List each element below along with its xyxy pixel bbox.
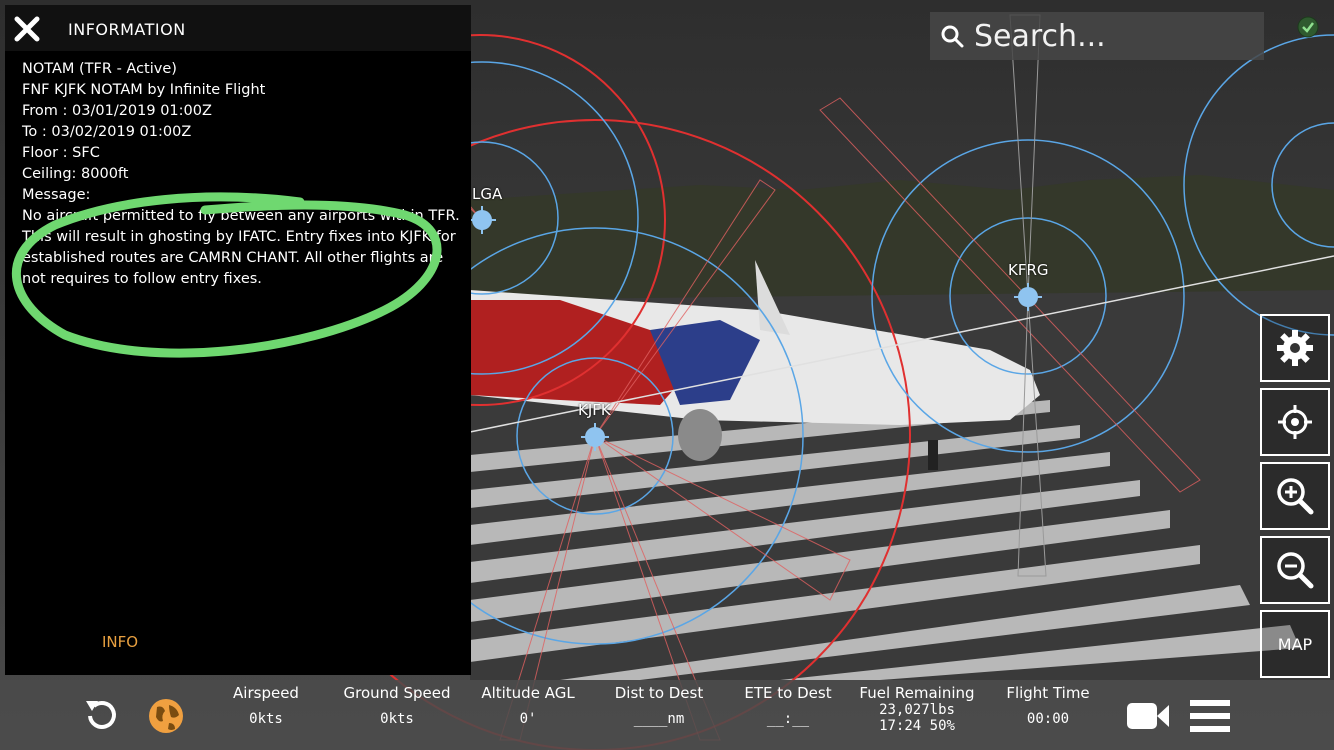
zoom-in-button[interactable] bbox=[1260, 462, 1330, 530]
stat-value: 0kts bbox=[380, 711, 414, 727]
stat-label: Dist to Dest bbox=[614, 684, 704, 702]
camera-icon[interactable] bbox=[1126, 700, 1170, 732]
checkmark-icon bbox=[1297, 16, 1319, 38]
search-box[interactable] bbox=[930, 12, 1264, 60]
close-icon[interactable] bbox=[13, 15, 41, 43]
stat-value: ____nm bbox=[633, 711, 685, 727]
notam-line: FNF KJFK NOTAM by Infinite Flight bbox=[22, 82, 266, 98]
zoom-in-icon bbox=[1277, 478, 1314, 515]
stat-value: 0kts bbox=[249, 711, 283, 727]
stat-airspeed: Airspeed 0kts bbox=[218, 684, 314, 727]
undo-icon[interactable] bbox=[82, 697, 120, 735]
notam-text: NOTAM (TFR - Active) FNF KJFK NOTAM by I… bbox=[22, 59, 467, 290]
stat-label: Airspeed bbox=[233, 684, 299, 702]
stat-value: 0' bbox=[519, 711, 537, 727]
stat-value-secondary: 17:24 50% bbox=[879, 718, 955, 734]
notam-line: From : 03/01/2019 01:00Z bbox=[22, 103, 212, 119]
information-title: INFORMATION bbox=[68, 20, 186, 39]
notam-line: Message: bbox=[22, 187, 91, 203]
stat-flight-time: Flight Time 00:00 bbox=[996, 684, 1100, 727]
search-icon bbox=[941, 25, 964, 48]
menu-icon[interactable] bbox=[1190, 698, 1230, 734]
stat-ete-to-dest: ETE to Dest __:__ bbox=[734, 684, 842, 727]
map-button[interactable]: MAP bbox=[1260, 610, 1330, 678]
information-header: INFORMATION bbox=[5, 5, 471, 51]
stat-value: 00:00 bbox=[1026, 711, 1070, 727]
stat-fuel-remaining: Fuel Remaining 23,027lbs 17:24 50% bbox=[858, 684, 976, 734]
airport-label-kjfk[interactable]: KJFK bbox=[578, 401, 611, 419]
stat-label: Altitude AGL bbox=[481, 684, 575, 702]
stat-ground-speed: Ground Speed 0kts bbox=[336, 684, 458, 727]
tab-info[interactable]: INFO bbox=[102, 633, 138, 651]
search-input[interactable] bbox=[974, 18, 1254, 54]
zoom-out-icon bbox=[1277, 552, 1314, 589]
information-panel: INFORMATION NOTAM (TFR - Active) FNF KJF… bbox=[5, 5, 471, 675]
map-button-label: MAP bbox=[1277, 634, 1313, 654]
settings-button[interactable] bbox=[1260, 314, 1330, 382]
stat-altitude-agl: Altitude AGL 0' bbox=[474, 684, 582, 727]
airport-label-kfrg[interactable]: KFRG bbox=[1008, 261, 1049, 279]
notam-line: Ceiling: 8000ft bbox=[22, 166, 129, 182]
notam-line: Floor : SFC bbox=[22, 145, 100, 161]
gear-icon bbox=[1277, 330, 1313, 366]
notam-line: To : 03/02/2019 01:00Z bbox=[22, 124, 192, 140]
stat-label: Ground Speed bbox=[343, 684, 451, 702]
zoom-out-button[interactable] bbox=[1260, 536, 1330, 604]
crosshair-icon bbox=[1278, 405, 1312, 439]
globe-icon[interactable] bbox=[147, 697, 185, 735]
stat-value: 23,027lbs bbox=[879, 702, 955, 718]
stat-value: __:__ bbox=[766, 711, 810, 727]
bottom-status-bar: Airspeed 0kts Ground Speed 0kts Altitude… bbox=[0, 680, 1334, 750]
stat-dist-to-dest: Dist to Dest ____nm bbox=[605, 684, 713, 727]
stat-label: Flight Time bbox=[1006, 684, 1090, 702]
stat-label: Fuel Remaining bbox=[859, 684, 975, 702]
notam-line: NOTAM (TFR - Active) bbox=[22, 61, 177, 77]
notam-message: No aircraft permitted to fly between any… bbox=[22, 208, 460, 287]
locate-button[interactable] bbox=[1260, 388, 1330, 456]
stat-label: ETE to Dest bbox=[744, 684, 832, 702]
airport-label-lga[interactable]: LGA bbox=[472, 185, 502, 203]
